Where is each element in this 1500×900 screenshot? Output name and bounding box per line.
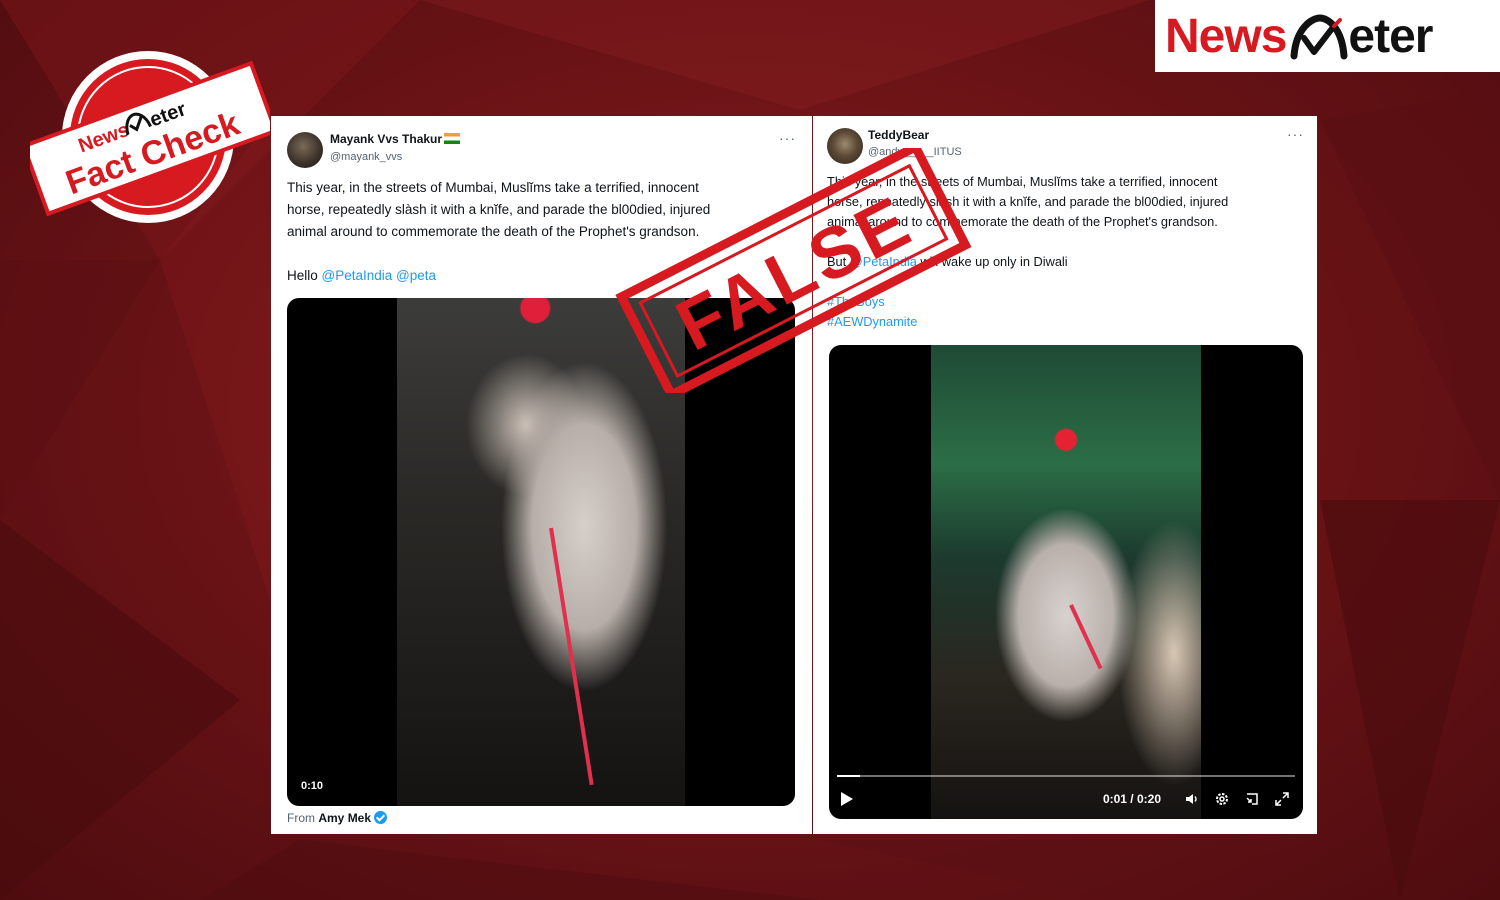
video-progress-fill — [837, 775, 860, 777]
avatar[interactable] — [287, 132, 323, 168]
settings-gear-icon[interactable] — [1213, 790, 1231, 808]
mention-link[interactable]: @peta — [396, 268, 436, 283]
mention-link[interactable]: @PetaIndia — [850, 254, 917, 269]
hashtag-link[interactable]: #TheBoys — [827, 292, 1307, 312]
video-duration: 0:10 — [301, 780, 324, 792]
volume-icon[interactable] — [1183, 790, 1201, 808]
author-name[interactable]: Mayank Vvs Thakur — [330, 132, 442, 146]
video-frame — [397, 298, 685, 806]
video-controls: 0:01 / 0:20 — [829, 779, 1303, 819]
author-handle[interactable]: @andy_____IITUS — [868, 146, 962, 158]
video-frame — [931, 345, 1201, 819]
verified-badge-icon — [374, 811, 388, 824]
video-attribution: From Amy Mek — [287, 811, 388, 825]
attribution-author[interactable]: Amy Mek — [318, 811, 371, 825]
more-options-icon[interactable]: ··· — [1287, 126, 1304, 142]
play-icon[interactable] — [841, 792, 853, 806]
video-player[interactable]: 0:01 / 0:20 — [829, 345, 1303, 819]
video-time: 0:01 / 0:20 — [1102, 792, 1161, 806]
meter-gauge-icon — [1290, 14, 1348, 60]
fact-check-stamp: News eter Fact Check — [30, 51, 270, 223]
author-handle[interactable]: @mayank_vvs — [330, 151, 402, 163]
picture-in-picture-icon[interactable] — [1243, 790, 1261, 808]
video-progress-bar[interactable] — [837, 775, 1295, 777]
newsmeter-logo[interactable]: News eter — [1155, 0, 1500, 72]
logo-news-text: News — [1165, 9, 1287, 63]
video-player[interactable]: 0:10 — [287, 298, 795, 806]
avatar[interactable] — [827, 128, 863, 164]
logo-meter-text: eter — [1348, 9, 1433, 63]
tweet-text: This year, in the streets of Mumbai, Mus… — [827, 172, 1307, 332]
tweet-card-right[interactable]: TeddyBear @andy_____IITUS ··· This year,… — [813, 116, 1317, 834]
hashtag-link[interactable]: #AEWDynamite — [827, 312, 1307, 332]
tweet-text: This year, in the streets of Mumbai, Mus… — [287, 180, 711, 283]
india-flag-icon — [444, 133, 461, 144]
tweet-card-left[interactable]: Mayank Vvs Thakur @mayank_vvs ··· This y… — [271, 116, 812, 834]
mention-link[interactable]: @PetaIndia — [322, 268, 393, 283]
more-options-icon[interactable]: ··· — [779, 130, 796, 146]
fullscreen-icon[interactable] — [1273, 790, 1291, 808]
author-name[interactable]: TeddyBear — [868, 128, 929, 142]
